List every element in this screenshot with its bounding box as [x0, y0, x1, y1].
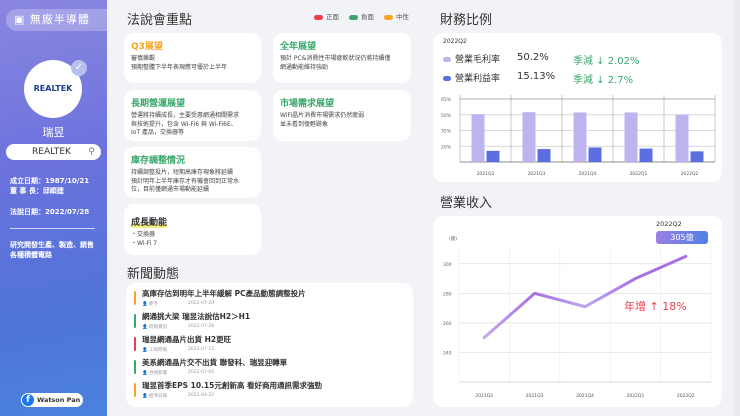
x-tick-label: 2021Q4: [579, 171, 597, 177]
founded-date: 成立日期：1987/10/21: [10, 177, 90, 185]
chip-icon: ▣: [14, 13, 30, 26]
author-link[interactable]: f Watson Pan: [21, 393, 83, 407]
x-tick-label: 2021Q2: [477, 171, 495, 177]
sentiment-bar: [134, 314, 136, 328]
sentiment-bar: [134, 360, 136, 374]
sentiment-bar: [134, 337, 136, 351]
revenue-line: [482, 254, 688, 340]
sentiment-legend: 正面 負面 中性: [314, 11, 409, 21]
sentiment-bar: [134, 383, 136, 397]
bar-operating-margin: [537, 149, 551, 162]
news-meta: 👤 工商時報 2022-07-15: [142, 347, 215, 353]
user-icon: 👤: [142, 348, 150, 353]
y-tick-label: 260: [443, 321, 452, 327]
legend-positive: 正面: [314, 11, 339, 21]
news-headline[interactable]: 美系網通晶片交不出貨 聯發科、瑞昱迎轉單: [142, 357, 287, 368]
x-tick-label: 2022Q1: [630, 171, 648, 177]
revenue-line-chart: 240 260 280 300 2021Q2 2021Q3 2021Q4 2022Q1 2022…: [443, 246, 712, 399]
user-icon: 👤: [142, 325, 150, 330]
news-headline[interactable]: 瑞昱網通晶片出貨 H2更旺: [142, 334, 231, 345]
x-tick-label: 2022Q1: [626, 393, 644, 399]
news-headline[interactable]: 高庫存估到明年上半年緩解 PC產品動態調整投片: [142, 288, 306, 299]
highlight-card: 市場需求展望 WiFi晶片消費市場需求仍然疲弱 並未看到復甦跡象: [273, 90, 411, 141]
company-description: 研究開發生產、製造、銷售各種積體電路: [10, 241, 94, 259]
y-tick-label: 280: [443, 291, 452, 297]
news-headline[interactable]: 瑞昱首季EPS 10.15元創新高 看好商用通訊需求強勁: [142, 380, 322, 391]
x-tick-label: 2021Q4: [576, 393, 594, 399]
highlight-card: 長期營運展望 營運將持續成長，主要受惠網通相關需求 與技術提升，包含 Wi-Fi6…: [124, 90, 261, 141]
user-icon: 👤: [142, 302, 150, 307]
legend-negative: 負面: [349, 11, 374, 21]
x-tick-label: 2021Q3: [528, 171, 546, 177]
bar-operating-margin: [690, 151, 704, 162]
y-tick-label: 300: [443, 262, 452, 268]
bar-gross-margin: [624, 112, 638, 162]
news-meta: 👤 時報資訊 2022-07-28: [142, 324, 215, 330]
news-headline[interactable]: 網通挑大梁 瑞昱法說估H2＞H1: [142, 311, 250, 322]
x-tick-label: 2021Q2: [475, 393, 493, 399]
news-meta: 👤 台視新聞 2022-07-04: [142, 370, 215, 376]
search-input[interactable]: REALTEK ⚲: [6, 144, 101, 160]
highlights-title: 法說會重點: [127, 13, 193, 28]
ratio-bar-chart: 20% 35% 50% 65% 2021Q2 2021Q3 2021Q4 2022Q1 2022…: [441, 95, 716, 177]
bar-operating-margin: [486, 150, 500, 162]
facebook-icon: f: [22, 394, 34, 406]
user-icon: 👤: [142, 394, 150, 399]
bar-gross-margin: [573, 112, 587, 162]
x-tick-label: 2022Q2: [681, 171, 699, 177]
highlight-card: 成長動能 ・交換器 ・Wi-Fi 7: [124, 204, 261, 255]
company-name: 瑞昱: [42, 126, 65, 139]
news-meta: 👤 經濟日報 2022-04-22: [142, 393, 215, 399]
legend-neutral: 中性: [384, 11, 409, 21]
highlight-card: 全年展望 預計 PC&消費性市場疲軟狀況仍將持續僅 網通動能維持強勁: [273, 33, 411, 83]
news-title: 新聞動態: [127, 267, 180, 282]
x-tick-label: 2022Q2: [677, 393, 695, 399]
news-item[interactable]: 瑞昱網通晶片出貨 H2更旺 👤 工商時報 2022-07-15: [134, 334, 404, 356]
bar-gross-margin: [522, 112, 536, 162]
news-list: 高庫存估到明年上半年緩解 PC產品動態調整投片 👤 鉅亨 2022-07-29 網…: [126, 283, 413, 407]
y-tick-label: 240: [443, 350, 452, 356]
scrollbar[interactable]: [734, 0, 740, 416]
x-tick-label: 2021Q3: [526, 393, 544, 399]
search-icon[interactable]: ⚲: [88, 144, 95, 160]
sentiment-bar: [134, 291, 136, 305]
revenue-card: 2022Q2 305億 (億) 年增 ↑ 18% 240 260 280 300 202…: [433, 216, 722, 407]
revenue-title: 營業收入: [440, 196, 493, 211]
bar-gross-margin: [471, 114, 485, 162]
news-item[interactable]: 高庫存估到明年上半年緩解 PC產品動態調整投片 👤 鉅亨 2022-07-29: [134, 288, 404, 310]
category-label: ▣ 無廠半導體: [6, 9, 107, 31]
news-meta: 👤 鉅亨 2022-07-29: [142, 301, 215, 307]
user-icon: 👤: [142, 371, 150, 376]
divider: [10, 228, 95, 229]
ratios-title: 財務比例: [440, 13, 493, 28]
bar-operating-margin: [639, 148, 653, 162]
bar-operating-margin: [588, 147, 602, 162]
y-tick-label: 20%: [441, 144, 452, 150]
highlight-card: Q3展望 審慎樂觀 預期整體下半年表現應可優於上半年: [124, 33, 261, 83]
conference-date: 法說日期：2022/07/28: [10, 208, 90, 216]
y-tick-label: 50%: [441, 113, 452, 119]
verified-check-icon: ✓: [71, 60, 87, 76]
ratios-card: 2022Q2 營業毛利率 50.2% 季減 ↓ 2.02% 營業利益率 15.13% 季…: [433, 33, 722, 182]
news-item[interactable]: 美系網通晶片交不出貨 聯發科、瑞昱迎轉單 👤 台視新聞 2022-07-04: [134, 357, 404, 379]
y-tick-label: 65%: [441, 97, 452, 103]
news-item[interactable]: 瑞昱首季EPS 10.15元創新高 看好商用通訊需求強勁 👤 經濟日報 2022-…: [134, 380, 404, 402]
highlight-card: 庫存調整情況 持續調整投片，短期高庫存現象將延續 預計明年上半年庫存才有機會回到正…: [124, 147, 261, 198]
chairman: 董 事 長：邱順建: [10, 187, 64, 195]
y-tick-label: 35%: [441, 129, 452, 135]
news-item[interactable]: 網通挑大梁 瑞昱法說估H2＞H1 👤 時報資訊 2022-07-28: [134, 311, 404, 333]
sidebar: ▣ 無廠半導體 REALTEK ✓ 瑞昱 REALTEK ⚲ 成立日期：1987/…: [0, 0, 107, 416]
bar-gross-margin: [675, 114, 689, 162]
